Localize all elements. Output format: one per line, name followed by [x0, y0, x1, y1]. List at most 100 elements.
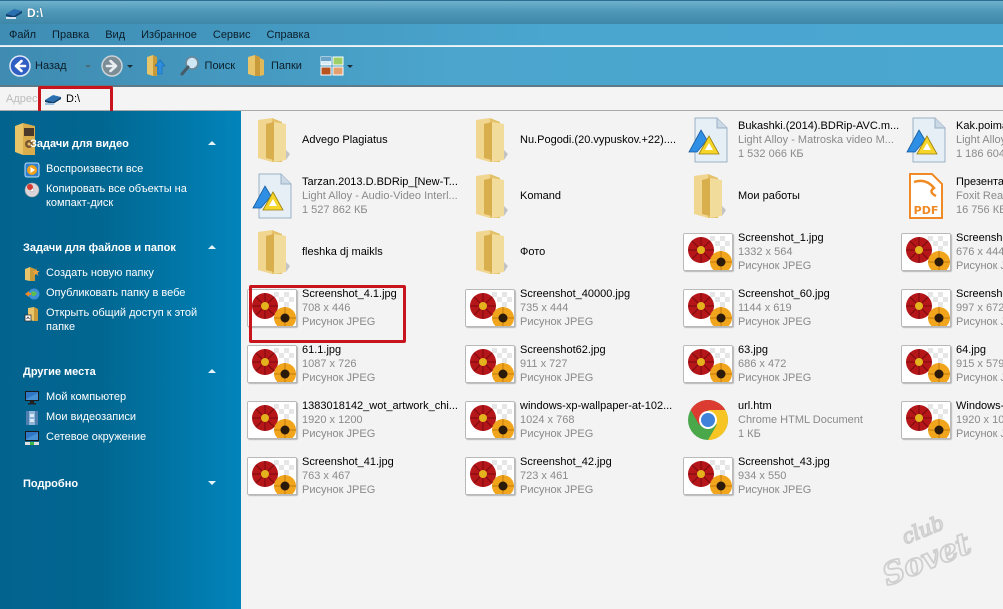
file-item[interactable]: fleshka dj maikls	[245, 224, 463, 280]
file-meta: Windows- 1920 x 108 Рисунок JI	[956, 399, 1003, 441]
place-my-computer[interactable]: Мой компьютер	[24, 390, 241, 406]
section-title: Другие места	[23, 366, 96, 378]
details-header[interactable]: Подробно	[0, 474, 241, 494]
task-share-folder[interactable]: Открыть общий доступ к этой папке	[24, 306, 241, 334]
file-item[interactable]: Kak.poimat Light Alloy 1 186 604	[899, 112, 1003, 168]
file-item[interactable]: Screensho 997 x 672 Рисунок JI	[899, 280, 1003, 336]
file-item[interactable]: Screenshot_60.jpg 1144 x 619 Рисунок JPEG	[681, 280, 899, 336]
collapse-icon[interactable]	[208, 141, 216, 145]
file-item[interactable]: Screenshot_42.jpg 723 x 461 Рисунок JPEG	[463, 448, 681, 504]
file-item[interactable]: 64.jpg 915 x 579 Рисунок JI	[899, 336, 1003, 392]
file-item[interactable]: 1383018142_wot_artwork_chi... 1920 x 1200…	[245, 392, 463, 448]
chrome-icon-wrap	[681, 395, 735, 445]
file-type: Рисунок JI	[956, 316, 1003, 328]
place-my-videos[interactable]: Мои видеозаписи	[24, 410, 241, 426]
task-publish-web[interactable]: Опубликовать папку в вебе	[24, 286, 241, 302]
task-new-folder[interactable]: Создать новую папку	[24, 266, 241, 282]
file-item[interactable]: Advego Plagiatus	[245, 112, 463, 168]
file-meta: Screensho 997 x 672 Рисунок JI	[956, 287, 1003, 329]
file-meta: Advego Plagiatus	[302, 133, 388, 147]
views-dropdown[interactable]	[346, 64, 353, 68]
file-item[interactable]: Windows- 1920 x 108 Рисунок JI	[899, 392, 1003, 448]
collapse-icon[interactable]	[208, 369, 216, 373]
magnifier-icon	[180, 56, 199, 76]
file-dimensions: 676 x 444	[956, 246, 1003, 258]
image-icon-wrap	[245, 451, 299, 501]
file-meta: windows-xp-wallpaper-at-102... 1024 x 768…	[520, 399, 672, 441]
file-item[interactable]: PDF Презентац Foxit Read 16 756 КБ	[899, 168, 1003, 224]
file-dimensions: 686 x 472	[738, 358, 787, 370]
file-item[interactable]: Screenshot_43.jpg 934 x 550 Рисунок JPEG	[681, 448, 899, 504]
file-name: Nu.Pogodi.(20.vypuskov.+22)....	[520, 134, 677, 146]
views-icon	[320, 56, 344, 76]
folder-up-icon	[146, 55, 166, 76]
folder-icon-wrap	[245, 227, 299, 277]
chrome-icon	[688, 400, 728, 440]
file-item[interactable]: Фото	[463, 224, 681, 280]
file-name: Мои работы	[738, 190, 800, 202]
folders-button[interactable]: Папки	[245, 54, 302, 78]
expand-icon[interactable]	[208, 481, 216, 485]
file-item[interactable]: url.htm Chrome HTML Document 1 КБ	[681, 392, 899, 448]
jpeg-thumbnail-icon	[247, 401, 297, 439]
address-label: Адрес	[6, 92, 38, 105]
menu-help[interactable]: Справка	[267, 29, 310, 41]
file-item[interactable]: Screenshot_1.jpg 1332 x 564 Рисунок JPEG	[681, 224, 899, 280]
videos-folder-icon	[26, 411, 38, 425]
light-alloy-video-icon	[252, 173, 292, 219]
file-dimensions: 1087 x 726	[302, 358, 357, 370]
file-item[interactable]: Nu.Pogodi.(20.vypuskov.+22)....	[463, 112, 681, 168]
file-type: Рисунок JPEG	[738, 372, 812, 384]
file-item[interactable]: Bukashki.(2014).BDRip-AVC.m... Light Allo…	[681, 112, 899, 168]
file-item[interactable]: windows-xp-wallpaper-at-102... 1024 x 768…	[463, 392, 681, 448]
file-item[interactable]: 63.jpg 686 x 472 Рисунок JPEG	[681, 336, 899, 392]
file-name: Bukashki.(2014).BDRip-AVC.m...	[738, 120, 899, 132]
file-type: Рисунок JPEG	[302, 428, 376, 440]
menu-file[interactable]: Файл	[9, 29, 36, 41]
forward-history-dropdown[interactable]	[126, 64, 133, 68]
file-type: Рисунок JI	[956, 428, 1003, 440]
file-item[interactable]: Screenshot_41.jpg 763 x 467 Рисунок JPEG	[245, 448, 463, 504]
up-folder-button[interactable]	[145, 54, 167, 78]
file-type: Рисунок JPEG	[302, 372, 376, 384]
file-name: Фото	[520, 246, 546, 258]
menu-tools[interactable]: Сервис	[213, 29, 251, 41]
file-dimensions: 1332 x 564	[738, 246, 793, 258]
task-play-all[interactable]: Воспроизвести все	[24, 162, 241, 178]
file-item[interactable]: Screenshot_4.1.jpg 708 x 446 Рисунок JPEG	[245, 280, 463, 336]
task-copy-to-cd[interactable]: Копировать все объекты на компакт-диск	[24, 182, 241, 210]
video-tasks-header[interactable]: Задачи для видео	[0, 134, 241, 154]
file-item[interactable]: Tarzan.2013.D.BDRip_[New-T... Light Alloy…	[245, 168, 463, 224]
back-history-dropdown[interactable]	[84, 64, 91, 68]
file-name: 61.1.jpg	[302, 344, 342, 356]
views-button[interactable]	[320, 56, 353, 76]
search-button[interactable]: Поиск	[179, 55, 235, 77]
play-icon	[24, 162, 40, 178]
image-icon-wrap	[245, 395, 299, 445]
menu-favorites[interactable]: Избранное	[141, 29, 197, 41]
file-tasks-header[interactable]: Задачи для файлов и папок	[0, 238, 241, 258]
menu-view[interactable]: Вид	[105, 29, 125, 41]
file-item[interactable]: Komand	[463, 168, 681, 224]
video-tasks-section: Задачи для видео Воспроизвести все Копир…	[0, 134, 241, 214]
file-type: Рисунок JPEG	[738, 484, 812, 496]
file-item[interactable]: 61.1.jpg 1087 x 726 Рисунок JPEG	[245, 336, 463, 392]
place-label: Сетевое окружение	[46, 431, 147, 443]
file-type: Light Alloy	[956, 134, 1003, 146]
back-button[interactable]: Назад	[9, 55, 67, 77]
address-input[interactable]: D:\	[44, 90, 80, 108]
file-size: 1 КБ	[738, 428, 761, 440]
file-item[interactable]: Мои работы	[681, 168, 899, 224]
file-item[interactable]: Screenshot_40000.jpg 735 x 444 Рисунок JPE…	[463, 280, 681, 336]
collapse-icon[interactable]	[208, 245, 216, 249]
folder-icon-wrap	[245, 115, 299, 165]
place-network[interactable]: Сетевое окружение	[24, 430, 241, 446]
forward-button[interactable]	[100, 55, 123, 77]
other-places-header[interactable]: Другие места	[0, 362, 241, 382]
file-meta: 63.jpg 686 x 472 Рисунок JPEG	[738, 343, 811, 385]
menu-edit[interactable]: Правка	[52, 29, 89, 41]
file-item[interactable]: Screensho 676 x 444 Рисунок JI	[899, 224, 1003, 280]
file-name: Advego Plagiatus	[302, 134, 388, 146]
file-item[interactable]: Screenshot62.jpg 911 x 727 Рисунок JPEG	[463, 336, 681, 392]
task-label: Копировать все объекты на компакт-диск	[46, 183, 187, 209]
